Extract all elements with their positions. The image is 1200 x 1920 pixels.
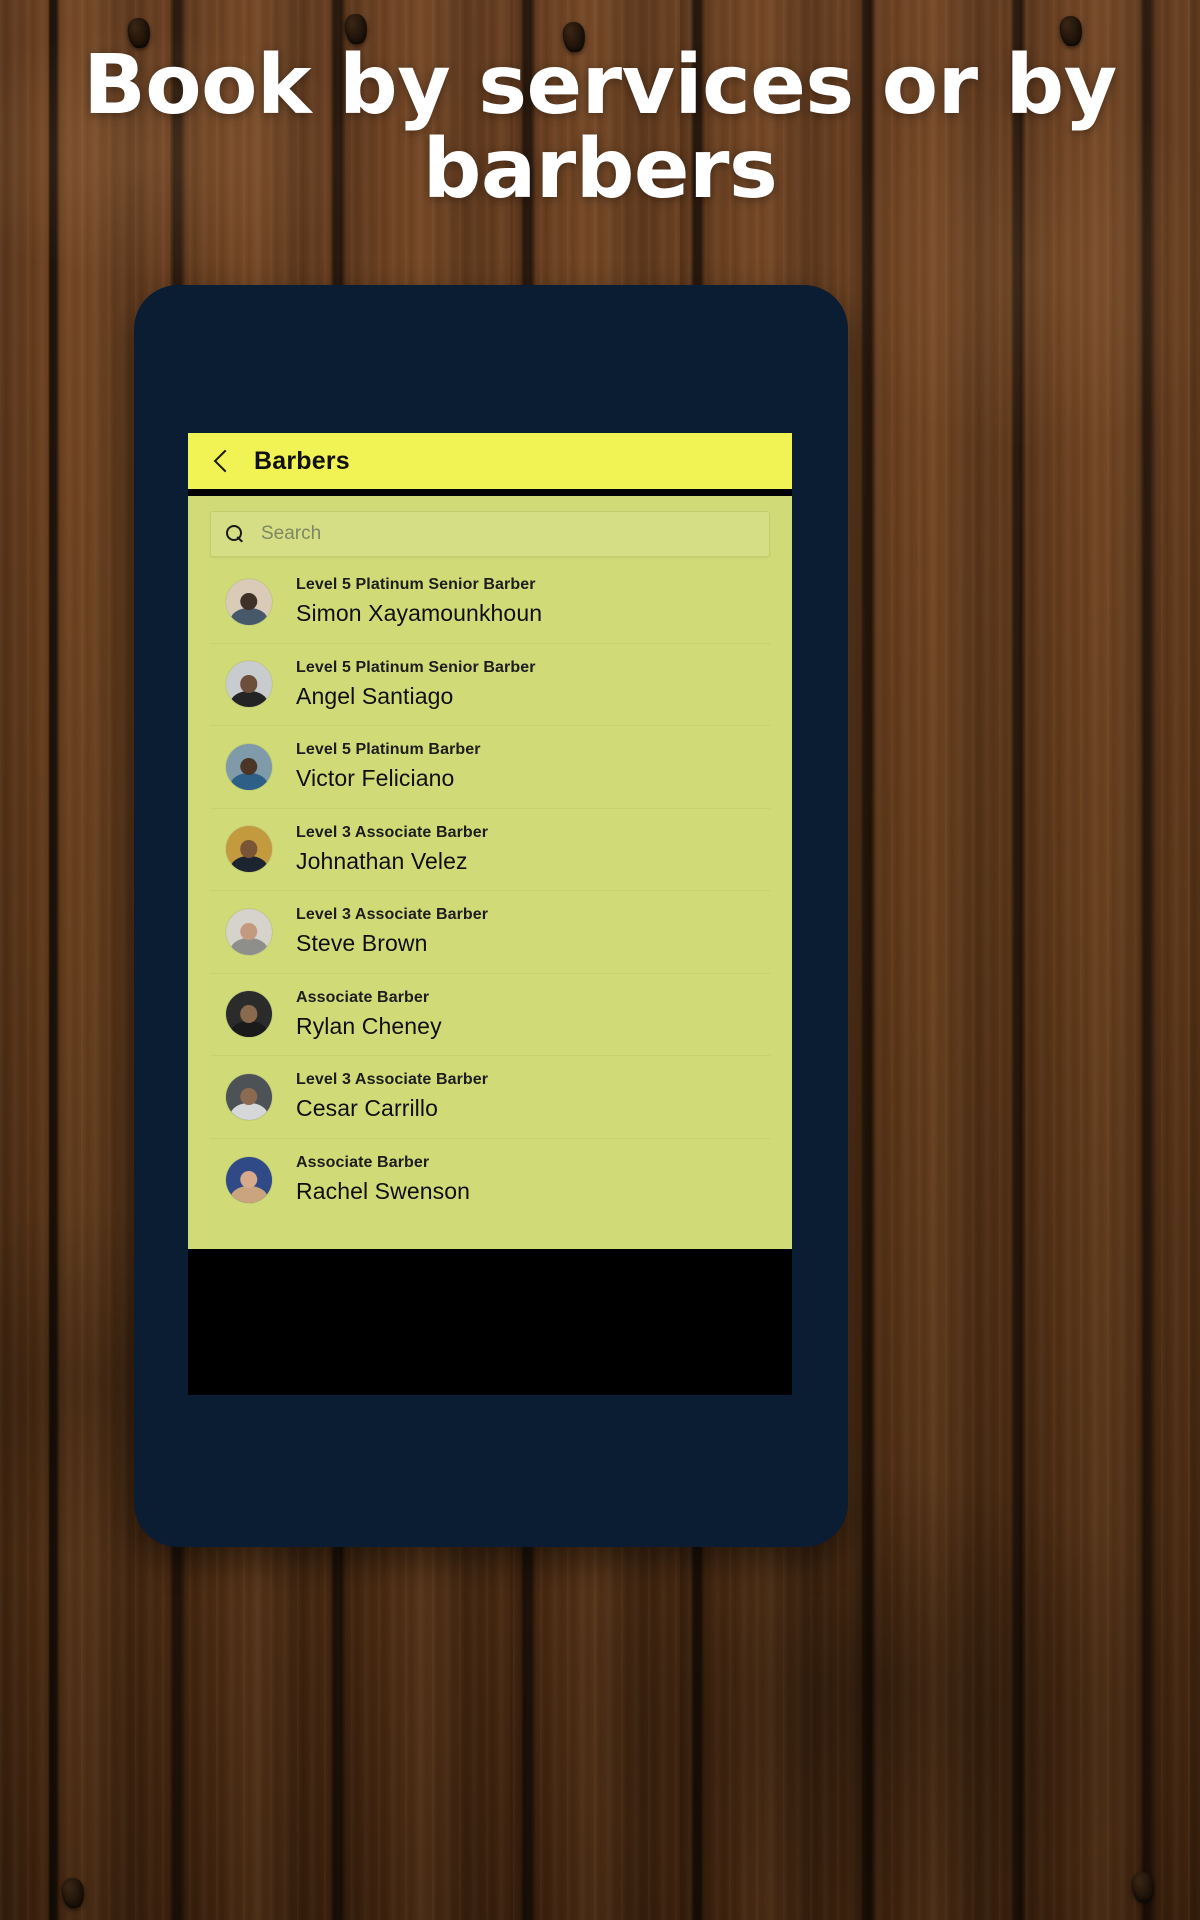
- barber-text: Level 5 Platinum Barber Victor Feliciano: [296, 741, 481, 792]
- search-placeholder: Search: [261, 523, 322, 544]
- barber-level: Level 5 Platinum Senior Barber: [296, 658, 536, 676]
- avatar: [226, 1156, 272, 1203]
- barber-name: Angel Santiago: [296, 682, 454, 709]
- avatar: [226, 908, 272, 955]
- barber-list: Level 5 Platinum Senior Barber Simon Xaya…: [188, 561, 792, 1221]
- barber-list-item[interactable]: Level 3 Associate Barber Steve Brown: [210, 891, 770, 974]
- chevron-left-icon[interactable]: [208, 448, 234, 474]
- avatar: [226, 1073, 272, 1120]
- app-bar-title: Barbers: [254, 446, 350, 475]
- barber-list-surface: Search Level 5 Platinum Senior Barber Sim…: [188, 496, 792, 1249]
- barber-list-item[interactable]: Level 5 Platinum Senior Barber Angel Sant…: [210, 644, 770, 726]
- barber-text: Associate Barber Rachel Swenson: [296, 1154, 470, 1205]
- barber-list-item[interactable]: Level 5 Platinum Senior Barber Simon Xaya…: [210, 561, 770, 644]
- device-frame: Barbers Search Level 5 Platinum Senior B…: [134, 285, 848, 1547]
- avatar: [226, 578, 272, 625]
- barber-text: Level 5 Platinum Senior Barber Simon Xaya…: [296, 576, 542, 627]
- search-input[interactable]: Search: [210, 511, 770, 557]
- barber-level: Level 3 Associate Barber: [296, 906, 489, 924]
- barber-text: Level 3 Associate Barber Steve Brown: [296, 906, 488, 957]
- barber-name: Johnathan Velez: [296, 847, 468, 874]
- app-bar: Barbers: [188, 433, 792, 496]
- device-screen: Barbers Search Level 5 Platinum Senior B…: [188, 433, 792, 1395]
- avatar: [226, 826, 272, 873]
- barber-level: Level 3 Associate Barber: [296, 1071, 489, 1089]
- barber-level: Associate Barber: [296, 1154, 430, 1172]
- avatar: [226, 661, 272, 708]
- page-background: Book by services or by barbers Barbers S…: [0, 0, 1200, 1920]
- barber-list-item[interactable]: Level 3 Associate Barber Cesar Carrillo: [210, 1056, 770, 1139]
- barber-level: Level 5 Platinum Barber: [296, 741, 481, 759]
- barber-name: Victor Feliciano: [296, 765, 455, 792]
- avatar: [226, 991, 272, 1038]
- screen-blank-area: [188, 1249, 792, 1395]
- barber-text: Level 5 Platinum Senior Barber Angel Sant…: [296, 659, 536, 710]
- barber-name: Cesar Carrillo: [296, 1095, 438, 1122]
- search-container: Search: [188, 496, 792, 561]
- barber-name: Simon Xayamounkhoun: [296, 600, 543, 627]
- barber-text: Level 3 Associate Barber Cesar Carrillo: [296, 1071, 488, 1122]
- barber-text: Associate Barber Rylan Cheney: [296, 989, 442, 1040]
- barber-list-item[interactable]: Level 5 Platinum Barber Victor Feliciano: [210, 726, 770, 809]
- barber-name: Rachel Swenson: [296, 1178, 471, 1205]
- barber-name: Steve Brown: [296, 930, 428, 957]
- barber-list-item[interactable]: Associate Barber Rylan Cheney: [210, 974, 770, 1056]
- barber-level: Associate Barber: [296, 988, 430, 1006]
- barber-name: Rylan Cheney: [296, 1012, 442, 1039]
- barber-list-item[interactable]: Associate Barber Rachel Swenson: [210, 1139, 770, 1222]
- page-title: Book by services or by barbers: [83, 38, 1117, 218]
- barber-level: Level 3 Associate Barber: [296, 823, 489, 841]
- screw-decoration: [1130, 1870, 1156, 1904]
- screw-decoration: [60, 1876, 86, 1910]
- barber-text: Level 3 Associate Barber Johnathan Velez: [296, 824, 488, 875]
- avatar: [226, 743, 272, 790]
- barber-level: Level 5 Platinum Senior Barber: [296, 576, 536, 594]
- search-icon: [225, 524, 245, 544]
- barber-list-item[interactable]: Level 3 Associate Barber Johnathan Velez: [210, 809, 770, 891]
